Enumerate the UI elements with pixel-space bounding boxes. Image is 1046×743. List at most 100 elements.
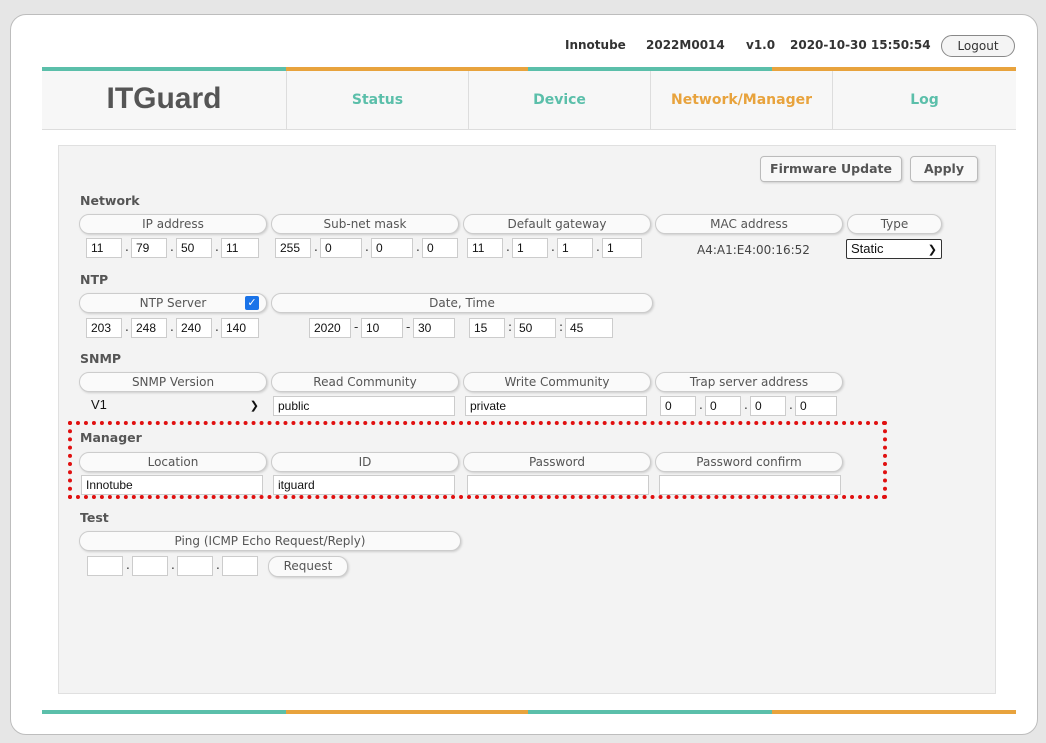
subnet-mask-header: Sub-net mask bbox=[271, 214, 459, 234]
ping-octet-2[interactable] bbox=[132, 556, 168, 576]
time-hour-input[interactable]: 15 bbox=[469, 318, 505, 338]
colon-separator: : bbox=[559, 320, 564, 334]
ip-octet-2[interactable]: 79 bbox=[131, 238, 167, 258]
trap-server-header: Trap server address bbox=[655, 372, 843, 392]
write-community-header: Write Community bbox=[463, 372, 651, 392]
dot-separator: . bbox=[314, 240, 318, 254]
trap-octet-4[interactable]: 0 bbox=[795, 396, 837, 416]
type-select-value: Static bbox=[851, 241, 884, 256]
dot-separator: . bbox=[551, 240, 555, 254]
date-time-header: Date, Time bbox=[271, 293, 653, 313]
mac-address-value: A4:A1:E4:00:16:52 bbox=[697, 243, 810, 257]
ntp-ip-octet-1[interactable]: 203 bbox=[86, 318, 122, 338]
ping-octet-1[interactable] bbox=[87, 556, 123, 576]
dot-separator: . bbox=[171, 558, 175, 572]
ping-request-button[interactable]: Request bbox=[268, 556, 348, 577]
dash-separator: - bbox=[406, 320, 411, 334]
company-name: Innotube bbox=[565, 38, 626, 52]
dot-separator: . bbox=[744, 398, 748, 412]
gateway-octet-3[interactable]: 1 bbox=[557, 238, 593, 258]
password-confirm-input[interactable] bbox=[659, 475, 841, 495]
snmp-version-header: SNMP Version bbox=[79, 372, 267, 392]
trap-octet-3[interactable]: 0 bbox=[750, 396, 786, 416]
ntp-ip-octet-2[interactable]: 248 bbox=[131, 318, 167, 338]
ntp-server-header: NTP Server bbox=[79, 293, 267, 313]
date-day-input[interactable]: 30 bbox=[413, 318, 455, 338]
type-header: Type bbox=[847, 214, 942, 234]
gateway-octet-1[interactable]: 11 bbox=[467, 238, 503, 258]
snmp-version-select[interactable]: V1 ❯ bbox=[87, 396, 263, 416]
dot-separator: . bbox=[125, 320, 129, 334]
snmp-section-title: SNMP bbox=[80, 351, 122, 366]
id-input[interactable]: itguard bbox=[273, 475, 455, 495]
subnet-octet-2[interactable]: 0 bbox=[320, 238, 362, 258]
serial-number: 2022M0014 bbox=[646, 38, 725, 52]
apply-button[interactable]: Apply bbox=[910, 156, 978, 182]
footer-accent-line bbox=[772, 710, 1016, 714]
write-community-input[interactable]: private bbox=[465, 396, 647, 416]
ip-octet-1[interactable]: 11 bbox=[86, 238, 122, 258]
footer-accent-line bbox=[42, 710, 286, 714]
dot-separator: . bbox=[170, 320, 174, 334]
test-section-title: Test bbox=[80, 510, 109, 525]
chevron-down-icon: ❯ bbox=[927, 244, 937, 256]
subnet-octet-4[interactable]: 0 bbox=[422, 238, 458, 258]
ping-octet-4[interactable] bbox=[222, 556, 258, 576]
trap-octet-1[interactable]: 0 bbox=[660, 396, 696, 416]
dot-separator: . bbox=[699, 398, 703, 412]
ntp-section-title: NTP bbox=[80, 272, 109, 287]
dash-separator: - bbox=[354, 320, 359, 334]
ntp-ip-octet-4[interactable]: 140 bbox=[221, 318, 259, 338]
chevron-down-icon: ❯ bbox=[249, 400, 259, 412]
tab-device[interactable]: Device bbox=[468, 71, 650, 129]
dot-separator: . bbox=[170, 240, 174, 254]
ntp-ip-octet-3[interactable]: 240 bbox=[176, 318, 212, 338]
app-logo: ITGuard bbox=[106, 82, 222, 115]
gateway-octet-2[interactable]: 1 bbox=[512, 238, 548, 258]
ntp-enable-checkbox[interactable]: ✓ bbox=[245, 296, 259, 310]
read-community-header: Read Community bbox=[271, 372, 459, 392]
dot-separator: . bbox=[596, 240, 600, 254]
dot-separator: . bbox=[125, 240, 129, 254]
firmware-version: v1.0 bbox=[746, 38, 776, 52]
password-input[interactable] bbox=[467, 475, 649, 495]
ip-address-header: IP address bbox=[79, 214, 267, 234]
dot-separator: . bbox=[126, 558, 130, 572]
ntp-server-label: NTP Server bbox=[139, 296, 207, 310]
tab-status[interactable]: Status bbox=[286, 71, 468, 129]
trap-octet-2[interactable]: 0 bbox=[705, 396, 741, 416]
id-header: ID bbox=[271, 452, 459, 472]
ping-octet-3[interactable] bbox=[177, 556, 213, 576]
subnet-octet-1[interactable]: 255 bbox=[275, 238, 311, 258]
firmware-update-button[interactable]: Firmware Update bbox=[760, 156, 902, 182]
logout-button[interactable]: Logout bbox=[941, 35, 1015, 57]
default-gateway-header: Default gateway bbox=[463, 214, 651, 234]
time-minute-input[interactable]: 50 bbox=[514, 318, 556, 338]
dot-separator: . bbox=[216, 558, 220, 572]
main-nav: ITGuard Status Device Network/Manager Lo… bbox=[42, 67, 1016, 130]
date-month-input[interactable]: 10 bbox=[361, 318, 403, 338]
network-section-title: Network bbox=[80, 193, 140, 208]
gateway-octet-4[interactable]: 1 bbox=[602, 238, 642, 258]
ip-octet-4[interactable]: 11 bbox=[221, 238, 259, 258]
mac-address-header: MAC address bbox=[655, 214, 843, 234]
password-confirm-header: Password confirm bbox=[655, 452, 843, 472]
footer-accent-line bbox=[286, 710, 528, 714]
snmp-version-value: V1 bbox=[91, 397, 107, 412]
dot-separator: . bbox=[416, 240, 420, 254]
tab-network-manager[interactable]: Network/Manager bbox=[650, 71, 832, 129]
tab-log[interactable]: Log bbox=[832, 71, 1016, 129]
footer-accent-line bbox=[528, 710, 772, 714]
dot-separator: . bbox=[215, 320, 219, 334]
date-year-input[interactable]: 2020 bbox=[309, 318, 351, 338]
type-select[interactable]: Static ❯ bbox=[846, 239, 942, 259]
time-second-input[interactable]: 45 bbox=[565, 318, 613, 338]
manager-section-title: Manager bbox=[80, 430, 142, 445]
dot-separator: . bbox=[789, 398, 793, 412]
ip-octet-3[interactable]: 50 bbox=[176, 238, 212, 258]
subnet-octet-3[interactable]: 0 bbox=[371, 238, 413, 258]
read-community-input[interactable]: public bbox=[273, 396, 455, 416]
ping-header: Ping (ICMP Echo Request/Reply) bbox=[79, 531, 461, 551]
dot-separator: . bbox=[506, 240, 510, 254]
location-input[interactable]: Innotube bbox=[81, 475, 263, 495]
